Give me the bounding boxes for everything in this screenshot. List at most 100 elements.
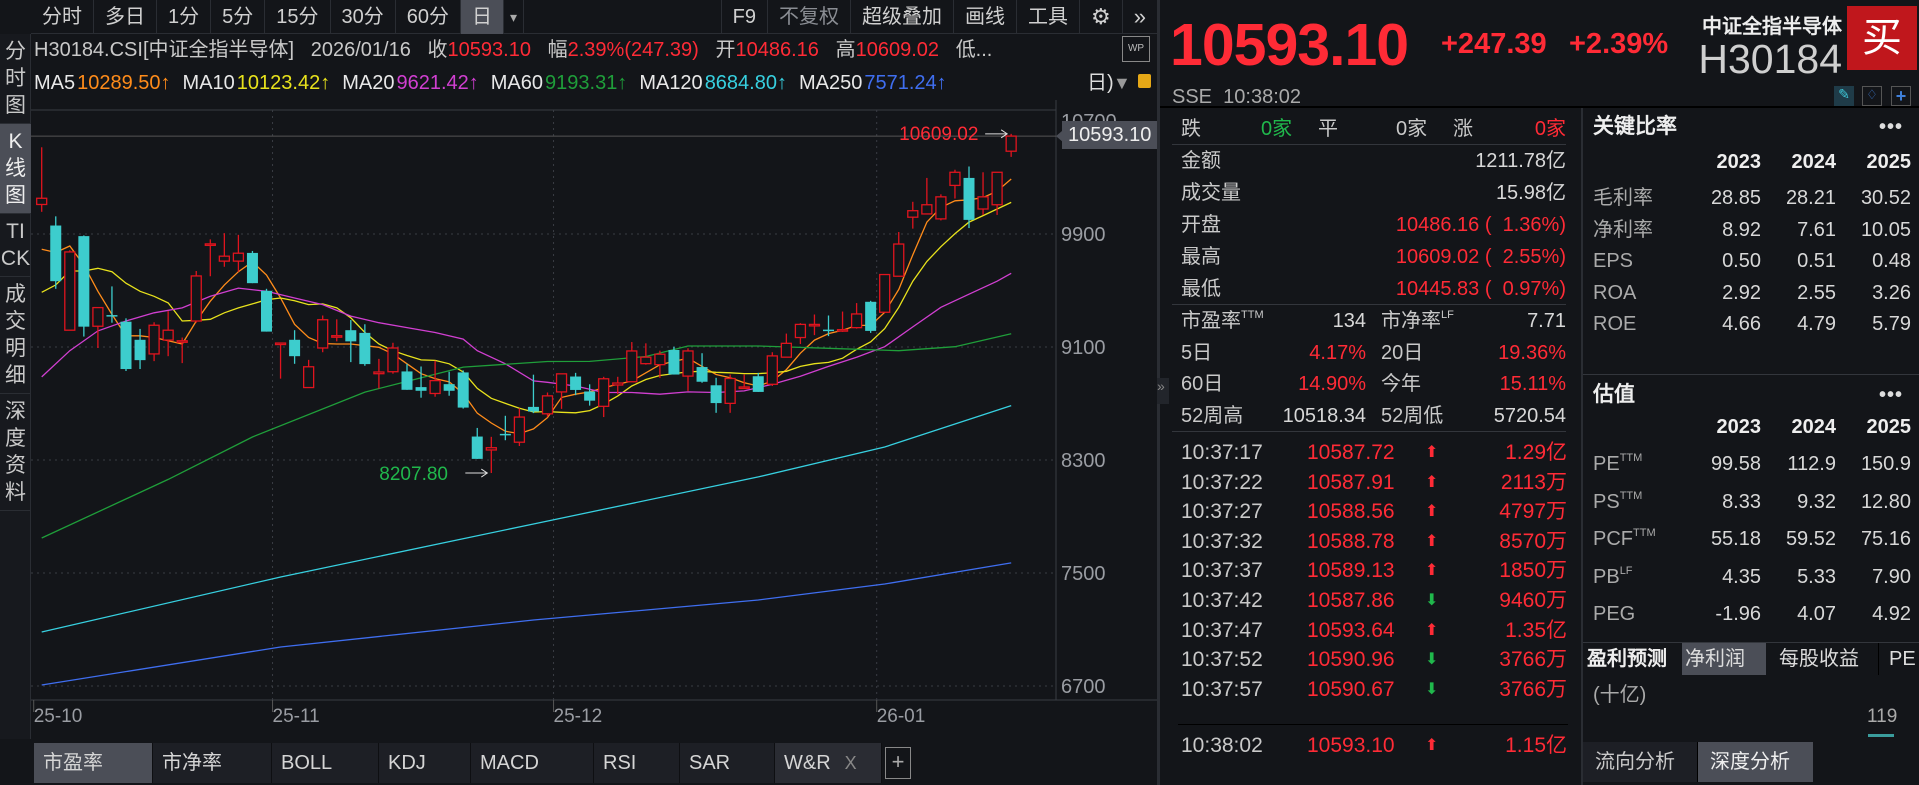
y-tick-label: 7500 [1061, 563, 1106, 585]
indicator-tab[interactable]: BOLL [272, 743, 379, 783]
key-ratios-more-icon[interactable]: ••• [1879, 111, 1903, 143]
up-arrow-icon: ⬆ [1425, 473, 1439, 491]
tick-row: 10:37:27 10588.56 ⬆ 4797万 [1181, 497, 1567, 527]
ratio-row: PETTM 99.58 112.9 150.9 [1593, 448, 1911, 480]
stat-value: 14.90% [1298, 373, 1366, 395]
candle-up [991, 171, 1003, 206]
indicator-tab[interactable]: W&R X [775, 743, 882, 783]
candle-up [148, 324, 160, 355]
x-tick-label: 25-12 [553, 706, 603, 727]
candle-down [710, 385, 722, 404]
market-breadth: 跌 0家 平 0家 涨 0家 [1181, 113, 1566, 145]
stat-label-text: 60日 [1181, 373, 1224, 395]
stat-label-text: 52周低 [1381, 404, 1444, 427]
candle-up [766, 355, 778, 385]
add-indicator-button[interactable]: + [885, 747, 911, 779]
up-label: 涨 [1453, 118, 1473, 140]
tab-depth-analysis[interactable]: 深度分析 [1698, 742, 1813, 782]
y-tick-label: 8300 [1061, 450, 1106, 472]
year: 2023 [1716, 416, 1762, 438]
ratio-value: 75.16 [1860, 528, 1911, 550]
candle-up [64, 251, 76, 331]
valuation-more-icon[interactable]: ••• [1879, 379, 1903, 411]
indicator-tab[interactable]: RSI [594, 743, 680, 783]
ratio-label-text: 净利率 [1593, 218, 1653, 241]
alert-bell-icon[interactable]: ♢ [1862, 86, 1882, 106]
indicator-tab-label: W&R [784, 752, 831, 774]
ratio-value: 4.35 [1722, 565, 1761, 588]
tick-amount: 1.15亿 [1505, 734, 1567, 757]
ratio-label-text: ROE [1593, 313, 1637, 335]
stat-label: 成交量 [1181, 182, 1241, 204]
ratio-label: PEG [1593, 603, 1635, 625]
expand-panel-icon[interactable]: » [1157, 378, 1169, 404]
stat-value: 10609.02 ( 2.55%) [1395, 246, 1566, 268]
candle-up [232, 252, 245, 262]
year: 2025 [1866, 151, 1912, 173]
forecast-unit: (十亿) [1593, 684, 1647, 706]
ratio-row: PSTTM 8.33 9.32 12.80 [1593, 486, 1911, 518]
indicator-tab[interactable]: MACD [471, 743, 594, 783]
candle-up [1005, 135, 1017, 152]
tick-time: 10:37:57 [1181, 677, 1263, 701]
flat-label: 平 [1318, 118, 1338, 140]
tick-time: 10:37:42 [1181, 589, 1263, 612]
ratio-label: PETTM [1593, 452, 1642, 475]
stat-value: 19.36% [1498, 341, 1566, 364]
ratio-value: 12.80 [1860, 490, 1911, 513]
candle-up [640, 356, 652, 365]
stat-pair-row: 60日 14.90% 今年 15.11% [1181, 368, 1566, 400]
tick-row: 10:37:22 10587.91 ⬆ 2113万 [1181, 468, 1567, 498]
add-watchlist-icon[interactable]: + [1891, 86, 1911, 106]
buy-button[interactable]: 买 [1847, 6, 1917, 70]
candle-up [429, 379, 441, 395]
stat-label-text: 5日 [1181, 341, 1213, 364]
kline-chart[interactable]: 107009900910083007500670010609.028207.80 [0, 0, 1157, 740]
up-count: 0家 [1534, 118, 1566, 140]
ratio-label-text: ROA [1593, 281, 1637, 304]
indicator-tab[interactable]: 市净率 [153, 743, 272, 783]
tick-row: 10:38:02 10593.10 ⬆ 1.15亿 [1181, 731, 1567, 761]
tick-amount: 3766万 [1499, 648, 1567, 672]
stat-label: 今年 [1381, 368, 1421, 400]
ma-line-ma250 [41, 562, 1012, 686]
indicator-tab-label: SAR [689, 752, 731, 774]
candle-up [682, 350, 694, 377]
forecast-tab-eps[interactable]: 每股收益 [1779, 643, 1879, 675]
candle-up [977, 196, 989, 210]
indicator-tab[interactable]: 市盈率 [34, 743, 153, 783]
ratio-value: 28.85 [1710, 187, 1761, 209]
ratio-value: 4.79 [1797, 313, 1836, 335]
edit-icon[interactable]: ✎ [1834, 86, 1854, 106]
valuation-years: 2023 2024 2025 [1593, 411, 1912, 443]
candle-down [261, 290, 272, 332]
close-tab-icon[interactable]: X [845, 753, 857, 773]
y-tick-label: 9100 [1061, 337, 1106, 359]
stat-row: 最低 10445.83 ( 0.97%) [1181, 273, 1566, 305]
tick-row: 10:37:57 10590.67 ⬇ 3766万 [1181, 675, 1567, 705]
stat-label-text: 今年 [1381, 373, 1421, 395]
tick-amount: 3766万 [1499, 677, 1567, 701]
ma-line-ma60 [41, 333, 1012, 539]
x-axis: 25-10 25-11 25-12 26-01 [31, 700, 1157, 740]
forecast-tab-net-profit[interactable]: 净利润 [1682, 643, 1766, 675]
indicator-tab[interactable]: SAR [680, 743, 775, 783]
tab-flow-analysis[interactable]: 流向分析 [1583, 742, 1698, 782]
stat-label: 52周高 [1181, 400, 1243, 432]
high-annotation: 10609.02 [899, 124, 978, 145]
indicator-tab-label: 市净率 [162, 752, 222, 774]
candle-down [752, 376, 764, 392]
down-arrow-icon: ⬇ [1425, 592, 1439, 609]
forecast-tab-pe[interactable]: PE [1889, 643, 1916, 675]
indicator-tab[interactable]: KDJ [379, 743, 471, 783]
candle-up [317, 319, 329, 349]
candle-down [50, 225, 62, 282]
ratio-label: ROA [1593, 282, 1636, 304]
ratio-value: 112.9 [1787, 453, 1836, 475]
candle-down [570, 376, 582, 390]
candle-down [345, 330, 357, 342]
ratio-value: 7.90 [1872, 565, 1911, 588]
candle-up [949, 171, 961, 187]
candle-down [415, 387, 427, 391]
exchange: SSE [1172, 86, 1213, 108]
